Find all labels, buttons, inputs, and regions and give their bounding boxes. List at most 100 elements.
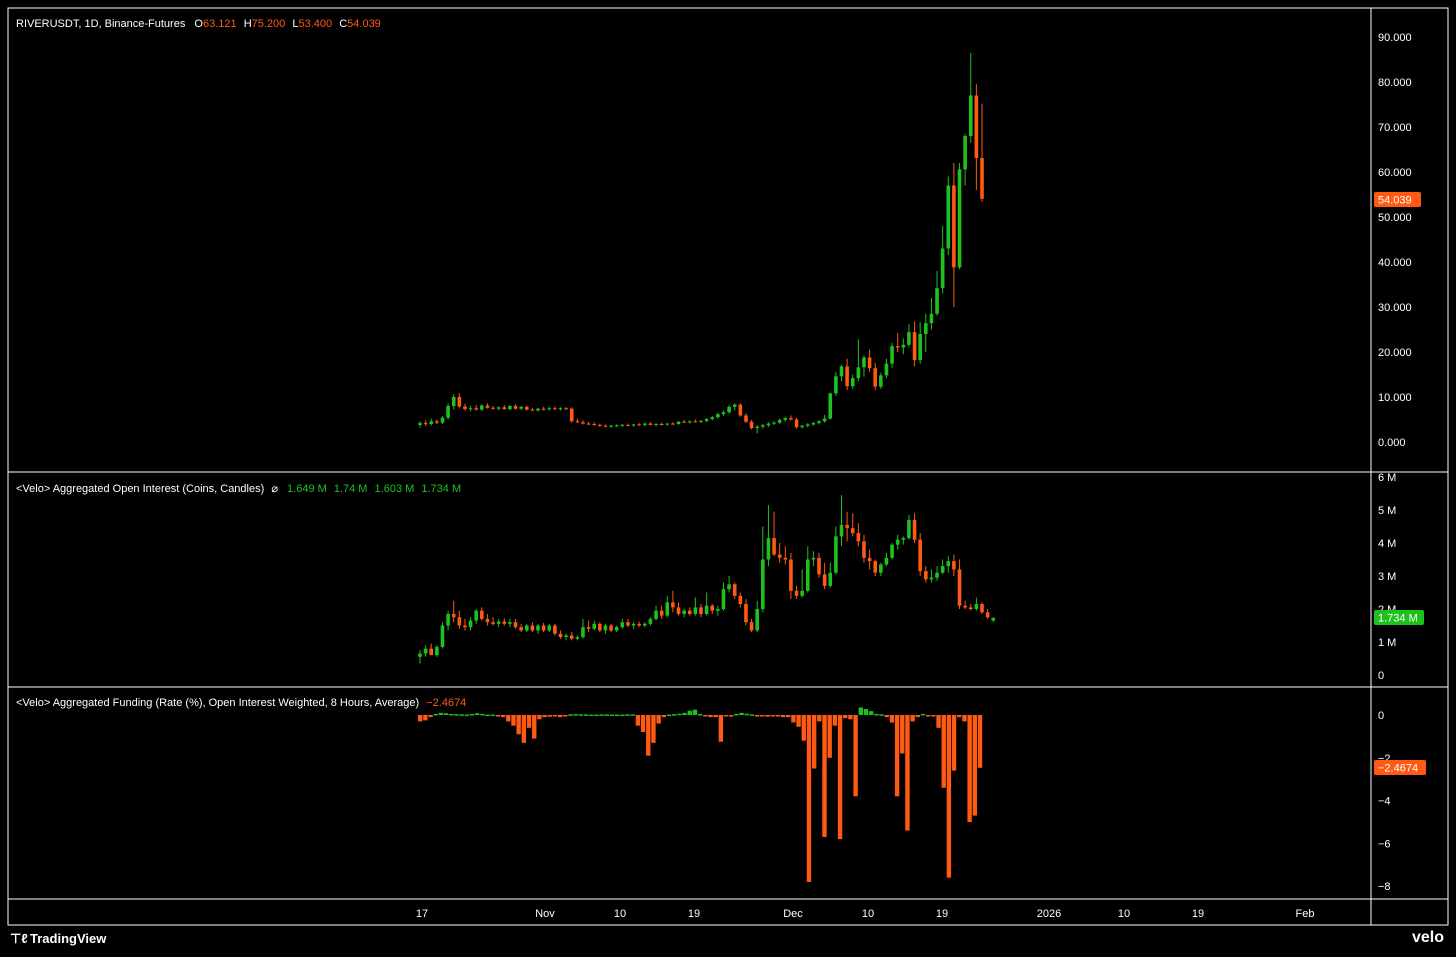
oi-candle-body	[575, 637, 580, 639]
funding-bar	[806, 715, 812, 882]
funding-bar	[557, 715, 563, 718]
funding-bar	[651, 715, 656, 743]
time-axis-tick: Nov	[535, 908, 555, 920]
price-candle-body	[828, 393, 833, 419]
funding-bar	[423, 715, 428, 721]
oi-candle-body	[480, 610, 484, 619]
price-axis-tick: 0.000	[1378, 437, 1406, 449]
price-candle-body	[682, 421, 686, 423]
oi-candle-body	[957, 569, 962, 606]
funding-value: −2.4674	[426, 697, 466, 709]
price-candle-body	[867, 357, 872, 369]
funding-bar	[972, 715, 978, 816]
price-candle-body	[946, 185, 951, 249]
price-candle-body	[440, 417, 445, 423]
oi-candle-body	[592, 623, 597, 629]
price-candle-body	[699, 420, 703, 422]
funding-bar	[967, 715, 972, 822]
price-candle-body	[772, 422, 776, 424]
oi-candle-body	[474, 610, 478, 621]
funding-bar	[858, 707, 863, 715]
price-title: RIVERUSDT, 1D, Binance-Futures	[16, 18, 186, 30]
oi-candle-body	[536, 625, 540, 631]
funding-bar	[754, 715, 760, 717]
time-axis-tick: 10	[862, 908, 874, 920]
price-candle-body	[614, 425, 619, 427]
funding-bar	[443, 713, 449, 715]
price-candle-body	[541, 408, 546, 410]
oi-candle-body	[491, 622, 495, 624]
price-candle-body	[918, 334, 922, 361]
funding-bar	[811, 715, 817, 769]
price-candle	[828, 392, 833, 420]
price-candle-body	[968, 95, 973, 136]
price-axis-tick: 50.000	[1378, 212, 1412, 224]
funding-bar	[817, 715, 822, 722]
oi-candle-body	[918, 539, 922, 572]
h-value: 75.200	[252, 18, 286, 30]
oi-candle-body	[805, 559, 810, 591]
c-value: 54.039	[347, 18, 381, 30]
oi-candle-body	[463, 625, 467, 628]
funding-bar	[625, 714, 630, 716]
trading-chart[interactable]: 90.000 80.000 70.000 60.000 50.000 40.000 30.0…	[0, 0, 1456, 957]
price-candle-body	[631, 424, 636, 426]
funding-bar	[827, 715, 832, 758]
oi-candle-body	[991, 617, 996, 621]
funding-bar	[449, 713, 454, 716]
oi-candle-body	[879, 564, 883, 573]
oi-candle	[435, 645, 439, 657]
oi-candle-body	[968, 607, 973, 609]
price-axis-tick: 30.000	[1378, 302, 1412, 314]
funding-bar	[894, 715, 900, 797]
price-candle-body	[435, 421, 439, 423]
funding-bar	[640, 715, 646, 733]
velo-logo[interactable]: velo	[1412, 929, 1444, 947]
tradingview-logo[interactable]: ⊤ℓ TradingView	[10, 931, 106, 947]
oi-candle-body	[541, 625, 546, 631]
funding-bar	[542, 715, 547, 718]
funding-bar	[438, 712, 444, 715]
price-candle	[946, 176, 951, 256]
o-value: 63.121	[203, 18, 237, 30]
time-axis-tick: 19	[688, 908, 700, 920]
price-candle-body	[581, 422, 585, 424]
funding-bar	[428, 715, 433, 718]
funding-bar	[786, 715, 791, 718]
funding-bar	[682, 712, 687, 715]
oi-symbol-icon[interactable]: ⌀	[271, 483, 278, 495]
price-candle-body	[474, 408, 478, 410]
funding-bar	[677, 713, 682, 716]
price-candle	[569, 407, 574, 423]
oi-candle-body	[446, 613, 450, 626]
price-axis-tick: 90.000	[1378, 32, 1412, 44]
oi-candle-body	[845, 524, 849, 529]
oi-candle-body	[755, 609, 759, 631]
oi-candle-body	[772, 538, 776, 555]
funding-bar	[692, 709, 698, 715]
funding-bar	[915, 715, 920, 718]
price-candle-body	[845, 366, 849, 387]
price-candle-body	[716, 414, 720, 418]
price-candle-body	[710, 417, 715, 420]
funding-bar	[703, 715, 708, 717]
oi-candle-body	[839, 524, 844, 537]
price-candle-body	[777, 419, 782, 423]
funding-last-tag: −2.4674	[1374, 760, 1426, 775]
oi-candle-body	[598, 623, 602, 631]
oi-candle-body	[777, 554, 782, 558]
oi-candle-body	[558, 633, 563, 638]
price-candle-body	[575, 421, 580, 423]
price-candle-body	[901, 344, 906, 348]
c-label: C	[339, 18, 347, 30]
funding-bar	[656, 715, 661, 724]
oi-candle-body	[783, 557, 788, 560]
oi-axis-tick: 6 M	[1378, 472, 1396, 484]
funding-bar	[749, 714, 755, 716]
funding-bar	[547, 715, 552, 717]
funding-bar	[475, 713, 480, 715]
oi-candle-body	[935, 572, 939, 578]
funding-bar	[568, 714, 573, 716]
funding-bar	[951, 715, 957, 771]
funding-bar	[822, 715, 827, 837]
